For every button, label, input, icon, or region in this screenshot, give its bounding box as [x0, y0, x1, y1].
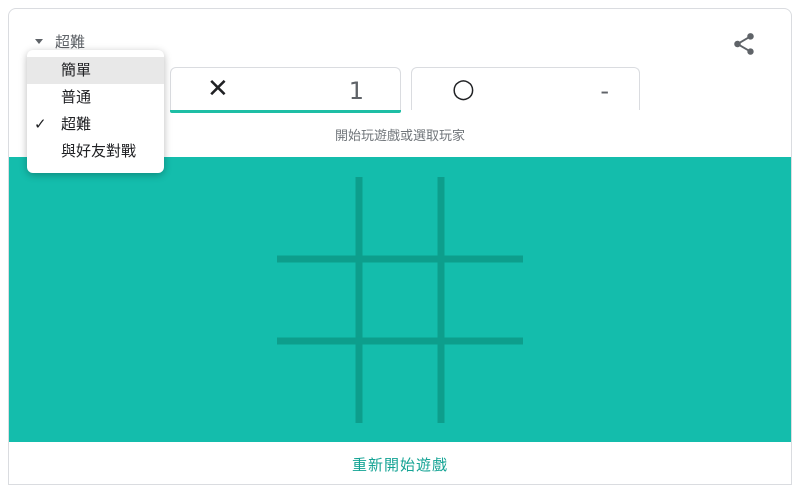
player-x-score-value: 1 — [348, 77, 364, 105]
game-footer: 重新開始遊戲 — [9, 442, 791, 484]
active-player-indicator — [170, 110, 401, 113]
board-cell[interactable] — [359, 341, 441, 423]
checkmark-icon: ✓ — [34, 115, 47, 133]
menu-item-label: 超難 — [61, 115, 92, 133]
board-cell[interactable] — [359, 259, 441, 341]
player-x-score[interactable]: ✕ 1 — [170, 67, 401, 113]
board-cell[interactable] — [277, 259, 359, 341]
share-button[interactable] — [731, 31, 757, 57]
restart-game-button[interactable]: 重新開始遊戲 — [352, 454, 448, 475]
menu-item-label: 簡單 — [61, 61, 92, 79]
menu-item-normal[interactable]: 普通 — [27, 84, 164, 111]
menu-item-vs-friend[interactable]: 與好友對戰 — [27, 138, 164, 165]
o-symbol-icon: ○ — [452, 74, 475, 104]
menu-item-impossible[interactable]: ✓ 超難 — [27, 111, 164, 138]
board-cell[interactable] — [359, 177, 441, 259]
board-cell[interactable] — [441, 177, 523, 259]
difficulty-menu: 簡單 普通 ✓ 超難 與好友對戰 — [27, 50, 164, 173]
board-cell[interactable] — [277, 341, 359, 423]
share-icon — [734, 33, 754, 55]
player-o-score-value: - — [600, 77, 609, 105]
board-grid — [277, 177, 523, 423]
board-cell[interactable] — [277, 177, 359, 259]
menu-item-label: 普通 — [61, 88, 92, 106]
difficulty-label: 超難 — [55, 32, 86, 51]
menu-item-label: 與好友對戰 — [61, 142, 137, 160]
caret-down-icon — [35, 38, 43, 44]
menu-item-easy[interactable]: 簡單 — [27, 57, 164, 84]
board-cell[interactable] — [441, 341, 523, 423]
game-board — [9, 157, 791, 442]
board-cell[interactable] — [441, 259, 523, 341]
player-o-score[interactable]: ○ - — [411, 67, 640, 110]
x-symbol-icon: ✕ — [207, 74, 229, 104]
